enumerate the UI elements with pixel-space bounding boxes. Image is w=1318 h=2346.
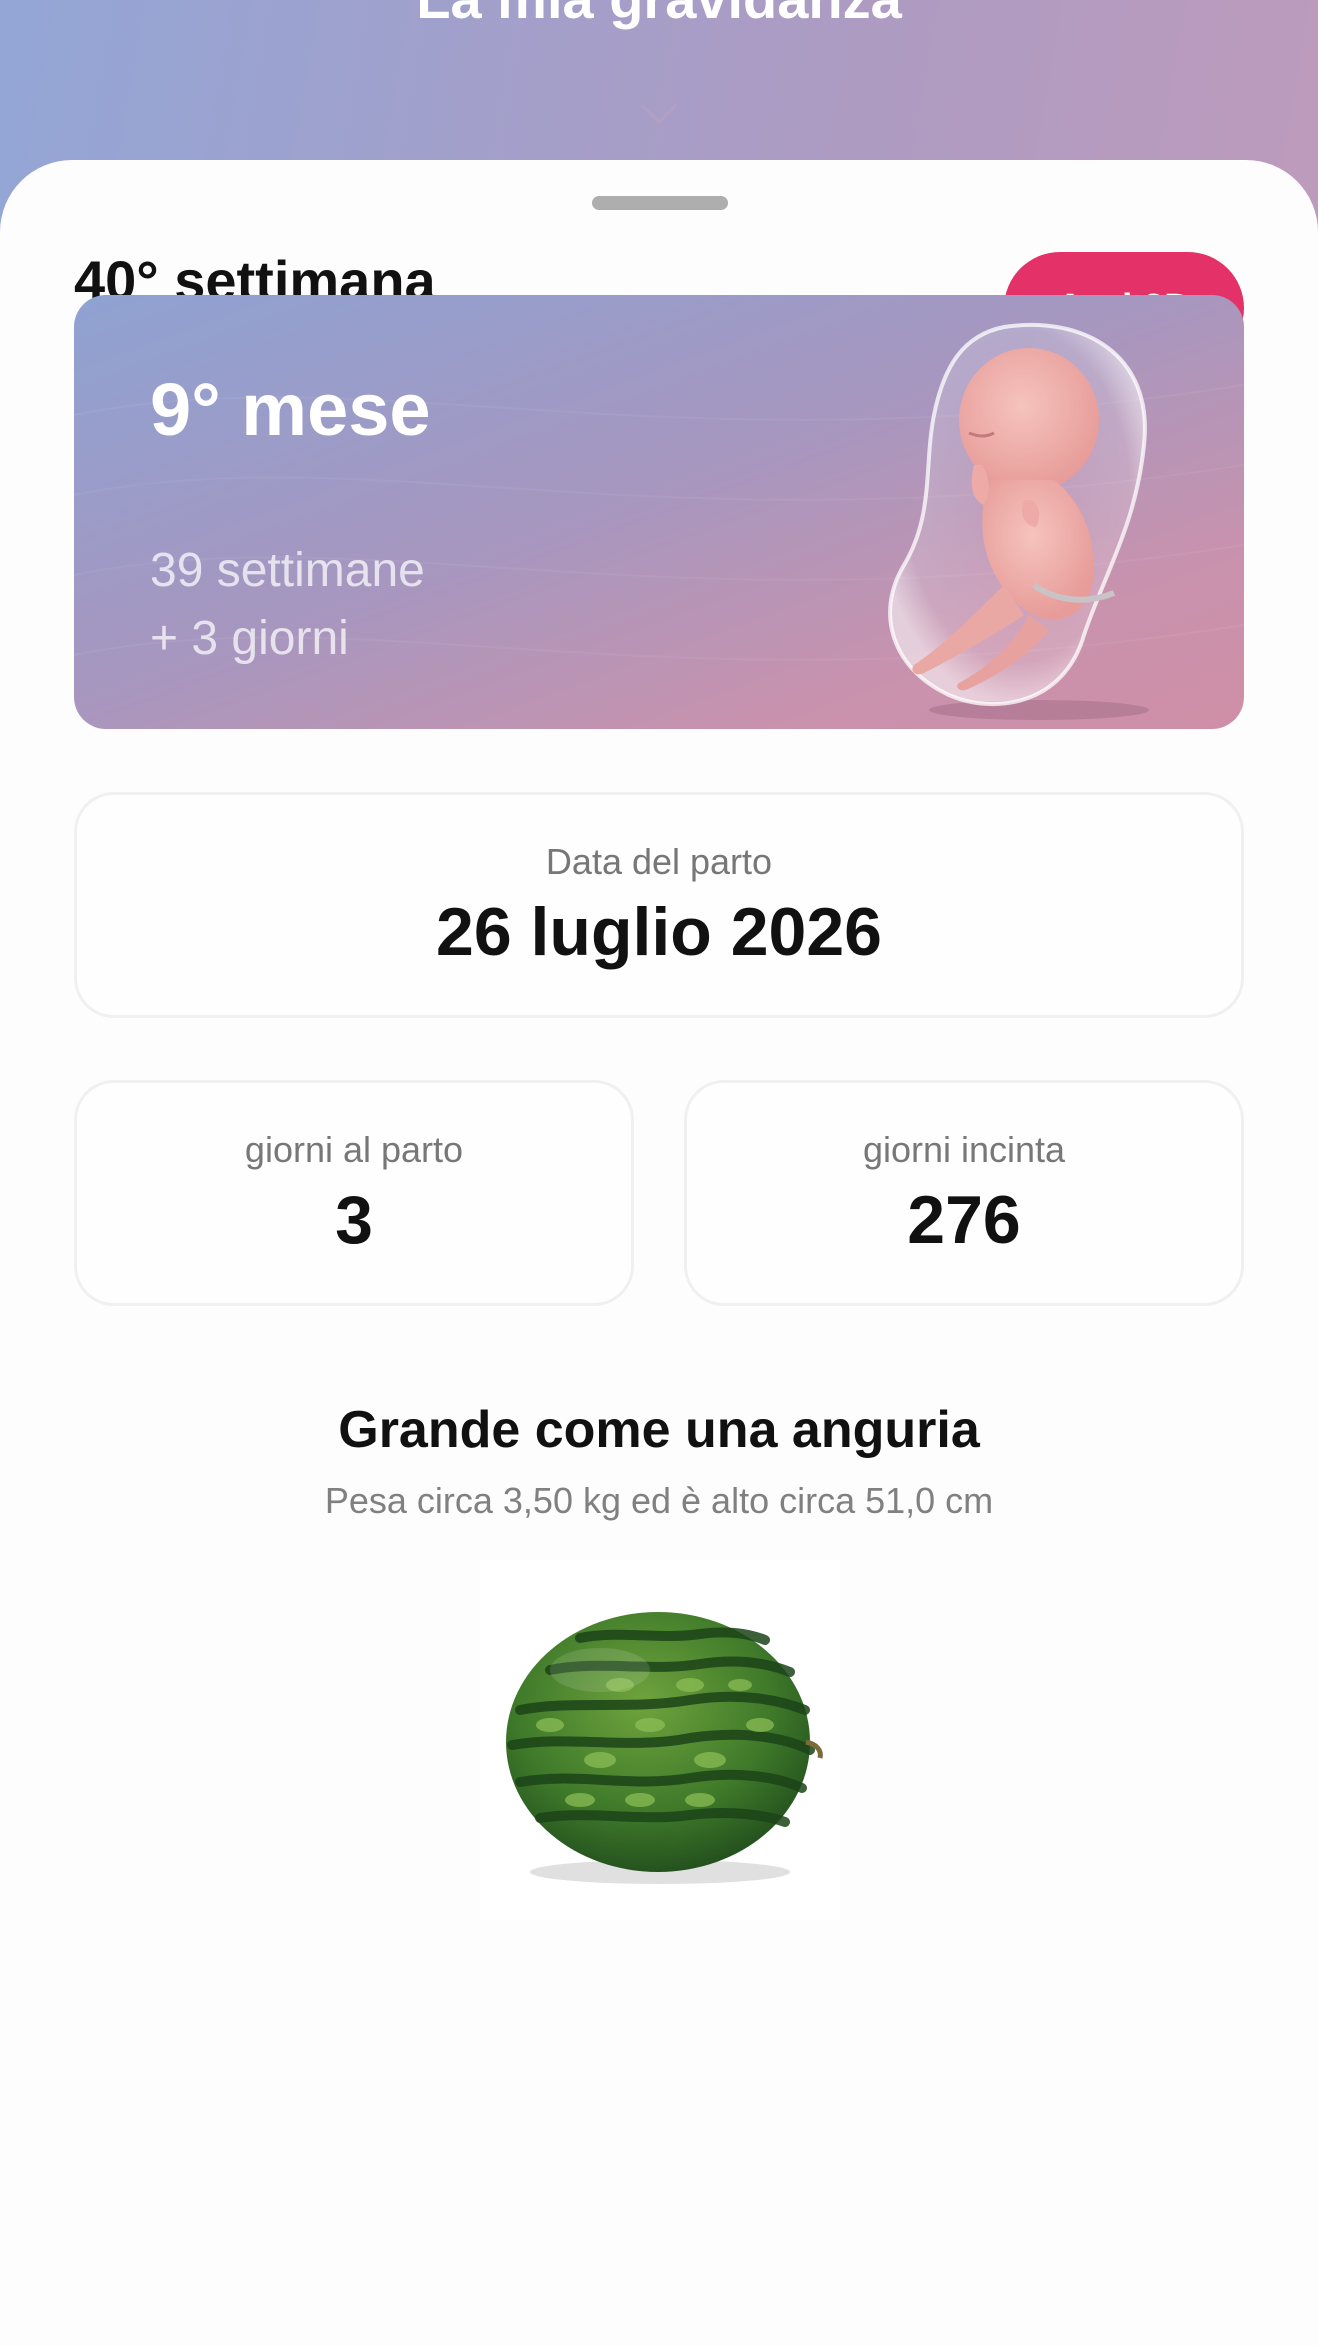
days-pregnant-card[interactable]: giorni incinta 276 bbox=[684, 1080, 1244, 1306]
extra-days: + 3 giorni bbox=[150, 612, 349, 665]
weeks-count: 39 settimane bbox=[150, 544, 425, 597]
due-date-label: Data del parto bbox=[545, 841, 773, 882]
chevron-down-icon[interactable] bbox=[639, 102, 679, 126]
days-pregnant-label: giorni incinta bbox=[862, 1129, 1066, 1170]
days-to-birth-value: 3 bbox=[335, 1182, 373, 1258]
days-to-birth-label: giorni al parto bbox=[244, 1129, 464, 1170]
watermelon-image bbox=[480, 1560, 840, 1920]
gestation-duration: 39 settimane + 3 giorni bbox=[150, 537, 425, 673]
month-card[interactable]: 9° mese 39 settimane + 3 giorni bbox=[74, 295, 1244, 729]
month-label: 9° mese bbox=[150, 368, 431, 451]
watermelon-icon bbox=[506, 1612, 823, 1884]
size-comparison-title: Grande come una anguria bbox=[338, 1401, 980, 1459]
size-comparison-description: Pesa circa 3,50 kg ed è alto circa 51,0 … bbox=[324, 1480, 994, 1521]
days-to-birth-card[interactable]: giorni al parto 3 bbox=[74, 1080, 634, 1306]
due-date-card[interactable]: Data del parto 26 luglio 2026 bbox=[74, 792, 1244, 1018]
page-title: La mia gravidanza bbox=[0, 0, 1318, 31]
due-date-value: 26 luglio 2026 bbox=[436, 894, 882, 970]
fetus-illustration bbox=[888, 322, 1149, 720]
days-pregnant-value: 276 bbox=[907, 1182, 1021, 1258]
sheet-drag-handle[interactable] bbox=[592, 196, 728, 210]
